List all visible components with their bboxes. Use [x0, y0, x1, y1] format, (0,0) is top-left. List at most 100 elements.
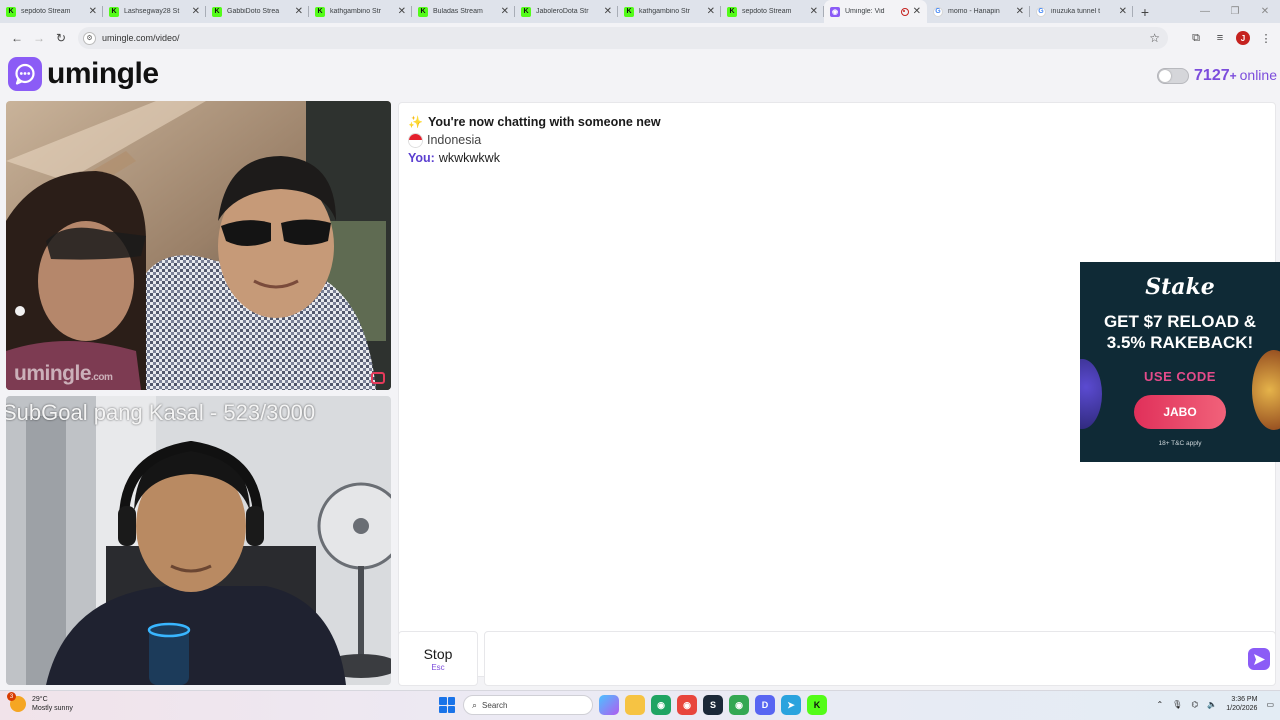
system-message: ✨ You're now chatting with someone new — [408, 113, 1266, 131]
close-tab-icon[interactable]: ✕ — [1016, 6, 1024, 17]
menu-icon[interactable]: ⋮ — [1258, 30, 1274, 46]
google-icon: G — [1036, 6, 1046, 17]
google-icon: G — [933, 6, 943, 17]
browser-tab-active[interactable]: ◉ Umingle: Vid ✕ — [824, 0, 927, 23]
site-info-icon[interactable]: ⚙ — [83, 31, 96, 45]
stop-shortcut: Esc — [431, 662, 445, 672]
umingle-logo[interactable]: umingle — [8, 57, 159, 91]
chrome-profile-icon[interactable]: ◉ — [677, 695, 697, 715]
close-tab-icon[interactable]: ✕ — [192, 6, 200, 17]
search-label: Search — [482, 700, 508, 710]
browser-tab[interactable]: K kathgambino Str ✕ — [618, 0, 721, 23]
tray-chevron-icon[interactable]: ⌃ — [1156, 700, 1163, 709]
forward-icon[interactable]: → — [28, 27, 50, 49]
logo-text: umingle — [47, 57, 159, 90]
close-tab-icon[interactable]: ✕ — [501, 6, 509, 17]
clock-date: 1/20/2026 — [1226, 705, 1258, 712]
kick-icon: K — [521, 6, 531, 17]
umingle-watermark: umingle.com — [14, 362, 113, 385]
close-tab-icon[interactable]: ✕ — [295, 6, 303, 17]
clock[interactable]: 3:36 PM 1/20/2026 — [1226, 695, 1257, 713]
ad-headline-line-1: GET $7 RELOAD & — [1103, 312, 1257, 331]
indonesia-flag-icon — [408, 132, 423, 148]
browser-tab[interactable]: K kathgambino Str ✕ — [309, 0, 412, 23]
browser-tab[interactable]: K sepdoto Stream ✕ — [0, 0, 103, 23]
tab-title: inuzuka tunnel t — [1051, 8, 1101, 15]
extensions-icon[interactable]: ⧉ — [1188, 30, 1204, 46]
copilot-icon[interactable] — [599, 695, 619, 715]
sun-icon: 3 — [7, 692, 26, 712]
clock-time: 3:36 PM — [1231, 696, 1258, 703]
steam-icon[interactable]: S — [703, 695, 723, 715]
tab-title: Buladas Stream — [433, 8, 483, 15]
ad-code-button[interactable]: JABO — [1134, 395, 1226, 429]
browser-tab[interactable]: K Lashsegway28 St ✕ — [103, 0, 206, 23]
taskbar-apps: ⌕ Search ◉ ◉ S ◉ D ➤ K — [437, 695, 827, 715]
close-window-icon[interactable]: ✕ — [1250, 0, 1280, 23]
weather-text: 29°C Mostly sunny — [32, 695, 73, 713]
reload-icon[interactable]: ↻ — [50, 27, 72, 49]
taskbar-search[interactable]: ⌕ Search — [463, 695, 593, 715]
message-input[interactable] — [495, 647, 1235, 671]
close-tab-icon[interactable]: ✕ — [604, 6, 612, 17]
maximize-icon[interactable]: ❐ — [1220, 0, 1250, 23]
stop-button[interactable]: Stop Esc — [398, 631, 478, 686]
browser-tab[interactable]: K GabbiDoto Strea ✕ — [206, 0, 309, 23]
network-icon[interactable]: ⌬ — [1191, 700, 1198, 709]
page: umingle 7127 + online umingle.com SubGoa… — [0, 53, 1280, 690]
windows-start-icon[interactable] — [437, 695, 457, 715]
microphone-icon[interactable]: 🎙 — [1172, 700, 1182, 709]
browser-tab[interactable]: K JaboleroDota Str ✕ — [515, 0, 618, 23]
browser-tab[interactable]: K Buladas Stream ✕ — [412, 0, 515, 23]
report-icon[interactable] — [371, 372, 385, 384]
system-message-text: You're now chatting with someone new — [427, 115, 661, 129]
kick-icon: K — [315, 6, 325, 17]
kick-icon: K — [727, 6, 737, 17]
close-tab-icon[interactable]: ✕ — [1119, 6, 1127, 17]
minimize-icon[interactable]: — — [1190, 0, 1220, 23]
new-tab-button[interactable]: + — [1133, 0, 1157, 23]
window-controls: — ❐ ✕ — [1190, 0, 1280, 23]
notification-icon[interactable]: ▭ — [1266, 700, 1274, 709]
browser-tab[interactable]: G momo - Hanapin ✕ — [927, 0, 1030, 23]
you-label: You: — [408, 151, 435, 165]
discord-icon[interactable]: D — [755, 695, 775, 715]
telegram-icon[interactable]: ➤ — [781, 695, 801, 715]
ad-headline: GET $7 RELOAD & 3.5% RAKEBACK! — [1080, 311, 1280, 353]
browser-tab[interactable]: G inuzuka tunnel t ✕ — [1030, 0, 1133, 23]
stop-label: Stop — [423, 645, 453, 662]
stake-ad[interactable]: Stake GET $7 RELOAD & 3.5% RAKEBACK! USE… — [1080, 262, 1280, 462]
browser-tab[interactable]: K sepdoto Stream ✕ — [721, 0, 824, 23]
send-icon — [1253, 653, 1265, 665]
volume-icon[interactable]: 🔈 — [1207, 700, 1217, 709]
weather-condition: Mostly sunny — [32, 705, 73, 712]
bookmark-star-icon[interactable]: ☆ — [1149, 31, 1160, 45]
close-tab-icon[interactable]: ✕ — [707, 6, 715, 17]
media-control-icon[interactable]: ≡ — [1212, 30, 1228, 46]
system-tray: ⌃ 🎙 ⌬ 🔈 3:36 PM 1/20/2026 ▭ — [1156, 695, 1274, 713]
kick-app-icon[interactable]: K — [807, 695, 827, 715]
profile-avatar[interactable]: J — [1236, 31, 1250, 45]
send-button[interactable] — [1248, 648, 1270, 670]
chrome-alt-icon[interactable]: ◉ — [729, 695, 749, 715]
tab-title: sepdoto Stream — [21, 8, 71, 15]
close-tab-icon[interactable]: ✕ — [398, 6, 406, 17]
close-tab-icon[interactable]: ✕ — [89, 6, 97, 17]
weather-widget[interactable]: 3 29°C Mostly sunny — [7, 692, 73, 713]
ad-use-code: USE CODE — [1144, 369, 1216, 384]
temperature: 29°C — [32, 696, 48, 703]
close-tab-icon[interactable]: ✕ — [913, 6, 921, 17]
file-explorer-icon[interactable] — [625, 695, 645, 715]
close-tab-icon[interactable]: ✕ — [810, 6, 818, 17]
kick-icon: K — [109, 6, 119, 17]
back-icon[interactable]: ← — [6, 27, 28, 49]
address-bar[interactable]: ⚙ umingle.com/video/ ☆ — [78, 27, 1168, 49]
online-count: 7127 — [1194, 67, 1230, 84]
ad-brand: Stake — [1145, 274, 1215, 300]
theme-toggle[interactable] — [1157, 68, 1190, 84]
tab-title: kathgambino Str — [639, 8, 690, 15]
ad-decoration — [1252, 350, 1280, 430]
url-text: umingle.com/video/ — [102, 33, 180, 43]
chrome-app-icon[interactable]: ◉ — [651, 695, 671, 715]
browser-tab-strip: K sepdoto Stream ✕ K Lashsegway28 St ✕ K… — [0, 0, 1280, 23]
